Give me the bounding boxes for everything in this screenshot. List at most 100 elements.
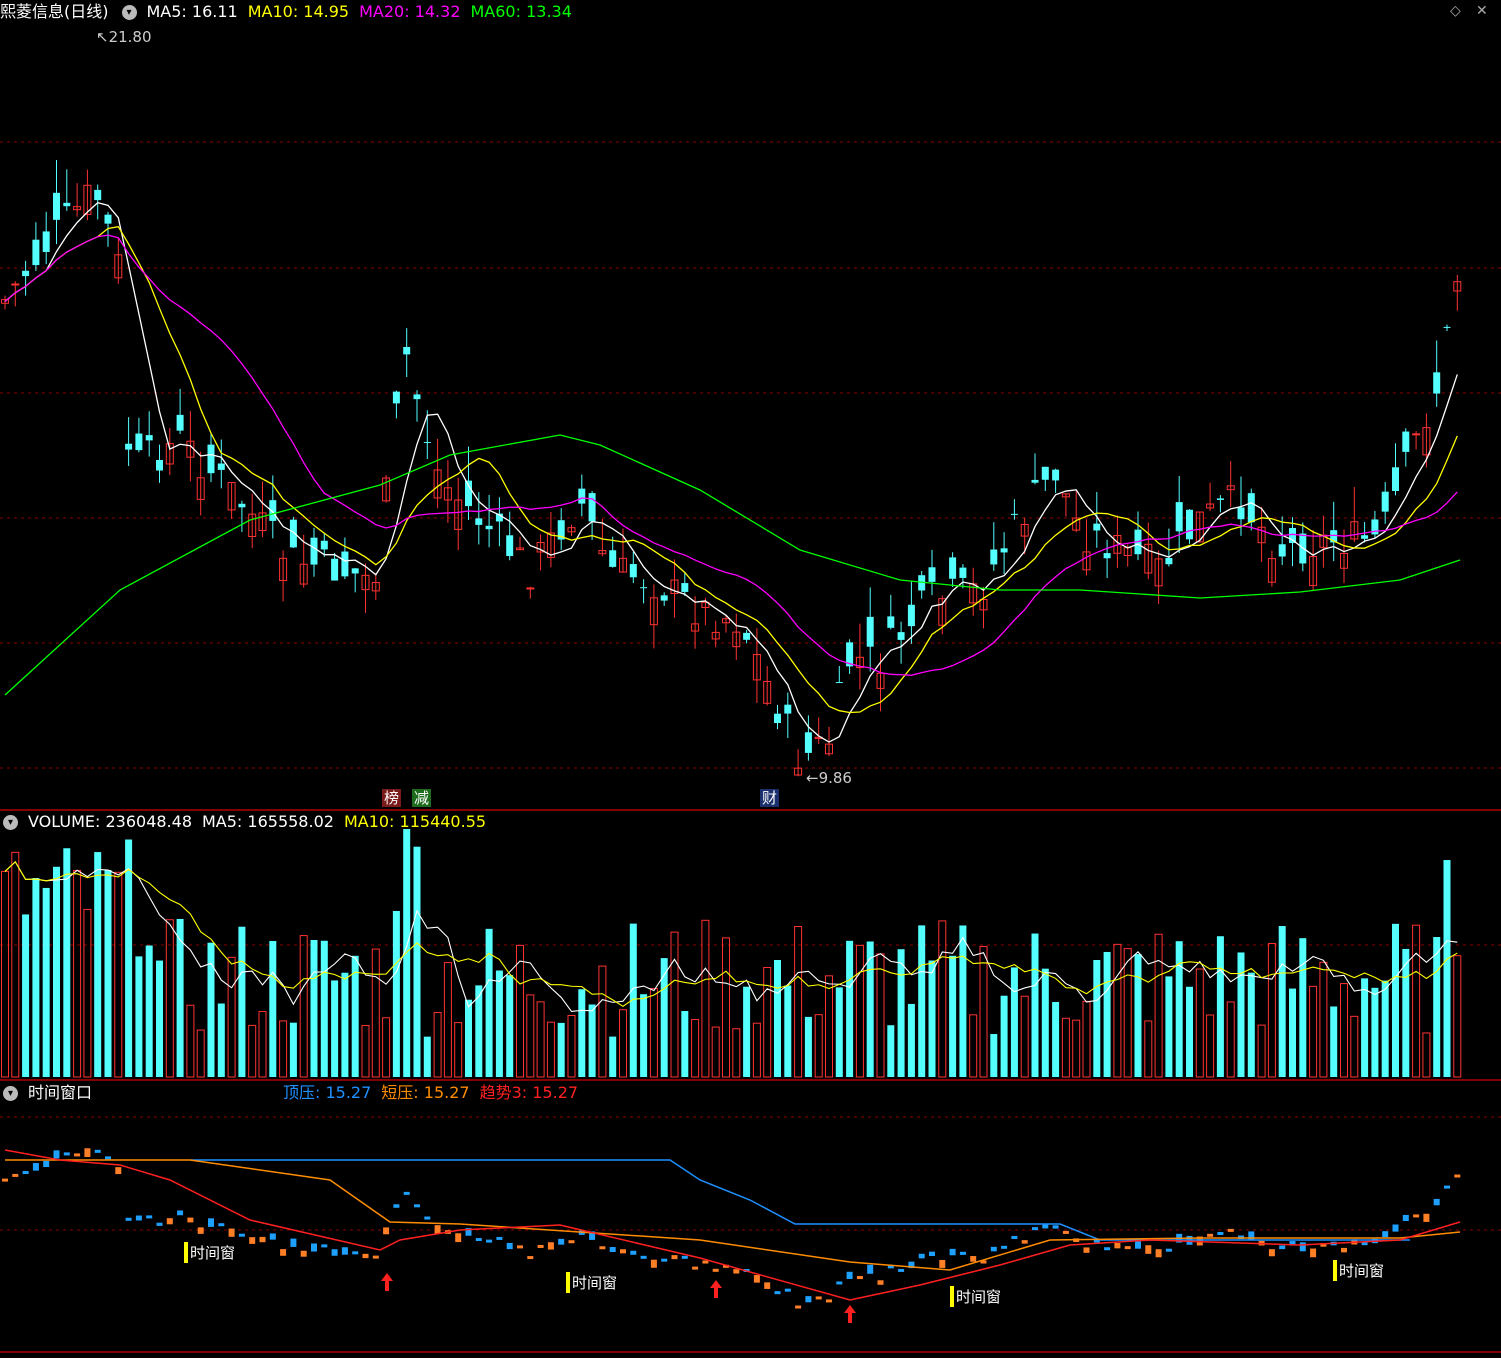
indicator-bar: [1433, 1198, 1440, 1206]
indicator-bar: [795, 1305, 802, 1309]
volume-bar: [125, 839, 133, 1077]
indicator-bar: [1165, 1248, 1172, 1252]
volume-bar: [443, 962, 452, 1078]
indicator-bar: [1083, 1247, 1090, 1253]
indicator-bar: [1052, 1225, 1059, 1229]
volume-bar: [640, 994, 648, 1077]
candle-body: [1165, 558, 1173, 565]
indicator-bar: [1454, 1174, 1461, 1178]
volume-bar: [83, 908, 92, 1078]
indicator-bar: [599, 1246, 606, 1250]
volume-bar: [701, 919, 710, 1078]
indicator-bar: [1032, 1227, 1038, 1231]
indicator-bar: [970, 1256, 977, 1262]
candle-body: [887, 616, 895, 628]
indicator-bar: [1042, 1224, 1049, 1229]
candle-body: [897, 632, 905, 640]
candle-body: [629, 564, 637, 578]
indicator-bar: [1423, 1213, 1430, 1222]
indicator-bar: [249, 1237, 256, 1244]
candle-body: [804, 732, 812, 753]
volume-bar: [835, 987, 843, 1077]
volume-bar: [1422, 1032, 1431, 1078]
volume-bar: [1299, 938, 1307, 1077]
volume-bar: [1361, 978, 1369, 1077]
indicator-bar: [177, 1210, 184, 1216]
volume-bar: [156, 960, 163, 1077]
indicator-bar: [1217, 1231, 1224, 1235]
candle-body: [423, 441, 431, 443]
volume-bar: [794, 926, 803, 1078]
indicator-bar: [537, 1244, 544, 1248]
volume-bar: [1226, 1001, 1235, 1078]
event-tag-rank[interactable]: 榜: [382, 789, 402, 807]
candle-body: [331, 558, 339, 581]
indicator-bar: [383, 1227, 390, 1235]
indicator-bar: [94, 1149, 101, 1153]
event-tag-finance[interactable]: 财: [760, 789, 780, 807]
indicator-bar: [547, 1242, 554, 1250]
volume-bar: [1, 870, 9, 1078]
volume-bar: [299, 935, 308, 1078]
indicator-bar: [630, 1250, 637, 1255]
volume-bar: [763, 967, 772, 1078]
volume-bar: [258, 1011, 267, 1078]
indicator-bar: [403, 1191, 410, 1195]
indicator-bar: [290, 1238, 297, 1247]
volume-bar: [1309, 985, 1318, 1078]
candle-body: [1412, 433, 1421, 436]
indicator-bar: [1341, 1247, 1347, 1253]
indicator-bar: [898, 1268, 905, 1272]
volume-bar: [670, 931, 679, 1078]
volume-bar: [145, 945, 153, 1077]
candle-body: [1247, 493, 1255, 523]
indicator-bar: [105, 1156, 111, 1160]
indicator-bar: [238, 1233, 245, 1237]
candle-body: [104, 214, 112, 224]
up-arrow-icon: [844, 1305, 856, 1323]
volume-bar: [1453, 955, 1462, 1078]
indicator-bar: [929, 1251, 935, 1257]
indicator-bar: [208, 1218, 214, 1227]
candle-body: [640, 587, 648, 589]
volume-bar: [11, 851, 20, 1078]
volume-bar: [855, 944, 864, 1078]
indicator-bar: [568, 1240, 575, 1244]
candle-body: [207, 444, 215, 474]
indicator-bar: [63, 1152, 70, 1156]
indicator-bar: [681, 1255, 688, 1259]
candle-body: [53, 192, 60, 220]
candle-body: [907, 604, 915, 627]
volume-bar: [949, 955, 957, 1077]
candle-body: [835, 682, 843, 684]
indicator-bar: [939, 1259, 946, 1268]
volume-bar: [1134, 954, 1142, 1077]
candle-body: [578, 488, 586, 504]
candle-body: [238, 503, 246, 508]
event-tag-reduce[interactable]: 减: [412, 789, 432, 807]
volume-bar: [1195, 968, 1204, 1078]
indicator-bar: [43, 1160, 50, 1168]
indicator-bar: [12, 1173, 19, 1177]
volume-bar: [1123, 948, 1132, 1078]
indicator-bar: [671, 1255, 678, 1260]
indicator-bar: [1310, 1248, 1317, 1258]
candle-body: [135, 433, 143, 451]
volume-bar: [516, 944, 524, 1078]
indicator-bar: [486, 1239, 493, 1243]
volume-bar: [1278, 926, 1286, 1077]
indicator-bar: [74, 1153, 81, 1157]
indicator-bar: [146, 1215, 153, 1219]
time-window-label-3: 时间窗: [950, 1286, 1001, 1307]
candle-body: [866, 616, 874, 647]
candle-body: [1010, 513, 1018, 515]
volume-bar: [1154, 933, 1163, 1078]
indicator-bar: [1361, 1242, 1368, 1246]
indicator-bar: [455, 1233, 462, 1243]
indicator-bar: [990, 1246, 997, 1252]
stock-chart[interactable]: [0, 0, 1501, 1358]
volume-bar: [814, 1014, 823, 1078]
volume-bar: [752, 1022, 761, 1078]
candle-body: [1000, 548, 1008, 553]
volume-bar: [341, 972, 349, 1077]
